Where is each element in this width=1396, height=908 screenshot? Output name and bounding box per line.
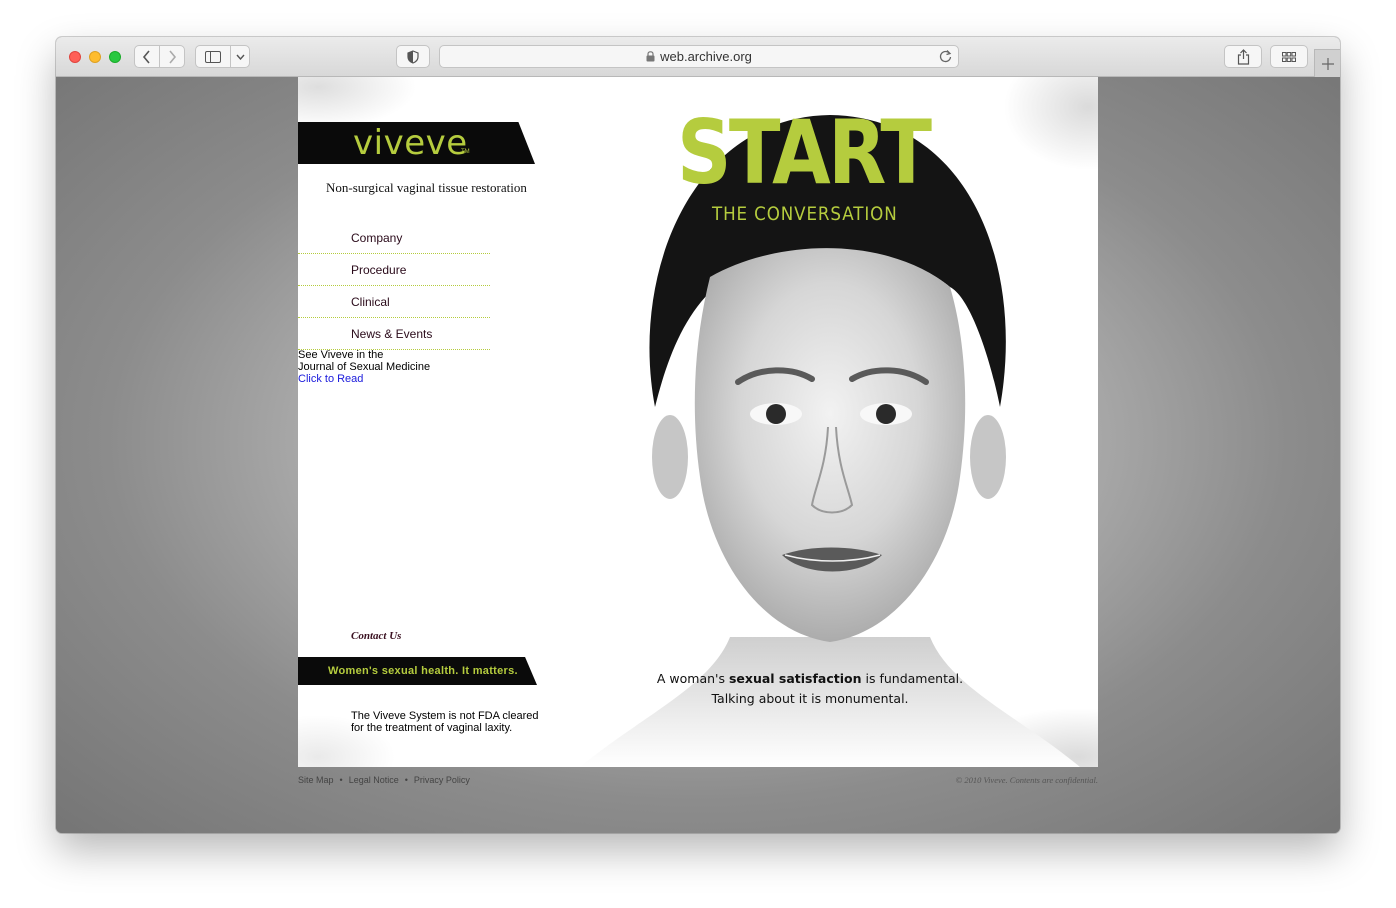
share-icon <box>1237 48 1249 65</box>
footer-separator: • <box>404 775 408 785</box>
disclaimer-line-2: for the treatment of vaginal laxity. <box>351 722 513 734</box>
fda-disclaimer: The Viveve System is not FDA cleared for… <box>351 710 539 734</box>
back-button[interactable] <box>134 45 160 68</box>
nav-item-news-events[interactable]: News & Events <box>298 318 490 350</box>
browser-window: web.archive.org viveve TM Non-surgical v… <box>56 37 1340 833</box>
privacy-report-button[interactable] <box>396 45 430 68</box>
plus-icon <box>1321 57 1334 70</box>
disclaimer-line-1: The Viveve System is not FDA cleared <box>351 710 539 722</box>
quote-emphasis: sexual satisfaction <box>728 671 862 686</box>
journal-line-1: See Viveve in the <box>298 349 384 361</box>
slogan-text: Women's sexual health. It matters. <box>328 665 518 677</box>
quote-line-2: Talking about it is monumental. <box>711 691 909 706</box>
sidebar-icon <box>205 50 221 63</box>
reload-icon[interactable] <box>939 49 952 66</box>
chevron-right-icon <box>169 49 177 64</box>
hero-quote: A woman's sexual satisfaction is fundame… <box>655 669 965 709</box>
sidebar-toggle-button[interactable] <box>195 45 231 68</box>
chevron-down-icon <box>235 54 245 60</box>
forward-button[interactable] <box>159 45 185 68</box>
tab-overview-button[interactable] <box>1270 45 1308 68</box>
trademark-mark: TM <box>461 149 470 155</box>
tagline: Non-surgical vaginal tissue restoration <box>326 180 527 195</box>
nav-item-clinical[interactable]: Clinical <box>298 286 490 318</box>
quote-line-1: A woman's sexual satisfaction is fundame… <box>655 669 965 689</box>
chevron-left-icon <box>142 49 150 64</box>
shield-icon <box>407 49 419 64</box>
zoom-window-button[interactable] <box>109 51 121 63</box>
viveve-logo: viveve <box>353 123 468 163</box>
click-to-read-link[interactable]: Click to Read <box>298 373 430 385</box>
web-content: viveve TM Non-surgical vaginal tissue re… <box>56 77 1340 833</box>
url-text: web.archive.org <box>660 49 752 64</box>
nav-item-company[interactable]: Company <box>298 222 490 254</box>
grid-icon <box>1282 51 1296 62</box>
hero: START THE CONVERSATION A woman's sexual … <box>560 77 1098 767</box>
quote-part-2: is fundamental. <box>861 671 964 686</box>
viveve-page: viveve TM Non-surgical vaginal tissue re… <box>298 77 1098 767</box>
copyright: © 2010 Viveve. Contents are confidential… <box>955 775 1098 785</box>
address-bar[interactable]: web.archive.org <box>439 45 959 68</box>
share-button[interactable] <box>1224 45 1262 68</box>
legal-notice-link[interactable]: Legal Notice <box>349 775 399 785</box>
footer-links: Site Map • Legal Notice • Privacy Policy <box>298 775 470 785</box>
contact-us-link[interactable]: Contact Us <box>351 630 401 642</box>
privacy-policy-link[interactable]: Privacy Policy <box>414 775 470 785</box>
nav-item-procedure[interactable]: Procedure <box>298 254 490 286</box>
site-map-link[interactable]: Site Map <box>298 775 334 785</box>
new-tab-button[interactable] <box>1314 49 1340 77</box>
hero-subheadline: THE CONVERSATION <box>712 203 898 225</box>
toolbar: web.archive.org <box>56 37 1340 77</box>
close-window-button[interactable] <box>69 51 81 63</box>
journal-promo: See Viveve in the Journal of Sexual Medi… <box>298 349 430 385</box>
sidebar-menu-button[interactable] <box>230 45 250 68</box>
minimize-window-button[interactable] <box>89 51 101 63</box>
slogan-banner: Women's sexual health. It matters. <box>298 657 537 685</box>
logo-banner[interactable]: viveve TM <box>298 122 535 164</box>
footer-separator: • <box>339 775 343 785</box>
lock-icon <box>646 51 655 62</box>
quote-part-1: A woman's <box>656 671 729 686</box>
main-nav: Company Procedure Clinical News & Events <box>298 222 490 350</box>
hero-headline: START <box>677 101 932 204</box>
journal-line-2: Journal of Sexual Medicine <box>298 361 431 373</box>
